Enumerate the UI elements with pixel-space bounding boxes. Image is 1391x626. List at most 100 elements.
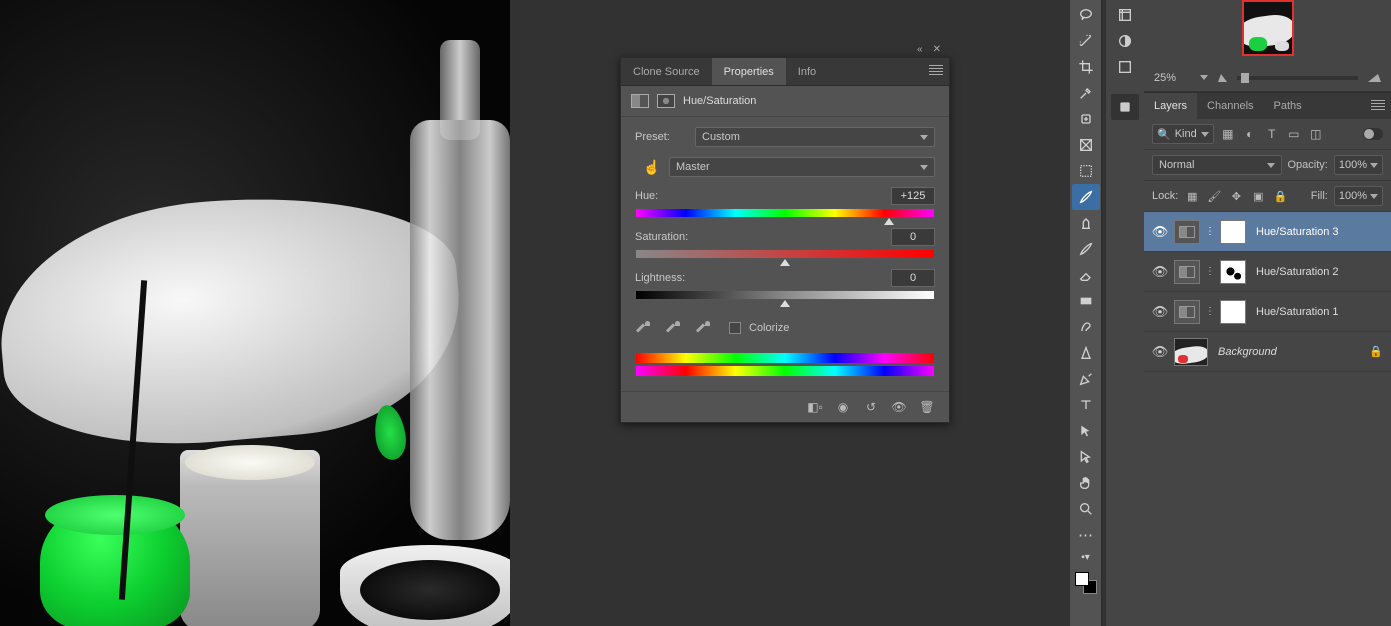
zoom-tool-icon[interactable] xyxy=(1072,496,1100,522)
layer-row[interactable]: 👁 ⋮ Hue/Saturation 2 xyxy=(1144,252,1391,292)
eyedropper-icon[interactable] xyxy=(635,320,651,336)
filter-shape-icon[interactable]: ▭ xyxy=(1286,126,1302,142)
tab-info[interactable]: Info xyxy=(786,58,828,85)
lock-position-icon[interactable]: ✥ xyxy=(1228,189,1244,203)
channel-select[interactable]: Master xyxy=(669,157,935,177)
lock-transparency-icon[interactable]: ▦ xyxy=(1184,189,1200,203)
gradient-tool-icon[interactable] xyxy=(1072,288,1100,314)
eyedropper-tool-icon[interactable] xyxy=(1072,80,1100,106)
lightness-slider-thumb[interactable] xyxy=(780,300,790,307)
filter-toggle[interactable] xyxy=(1363,128,1383,140)
saturation-slider[interactable] xyxy=(635,249,935,259)
layer-mask-thumbnail[interactable] xyxy=(1220,260,1246,284)
foreground-background-colors[interactable] xyxy=(1075,572,1097,594)
lasso-tool-icon[interactable] xyxy=(1072,2,1100,28)
hue-slider-thumb[interactable] xyxy=(884,218,894,225)
zoom-percent[interactable]: 25% xyxy=(1154,72,1190,84)
hue-slider[interactable] xyxy=(635,208,935,218)
tab-layers[interactable]: Layers xyxy=(1144,93,1197,119)
foreground-color-swatch[interactable] xyxy=(1075,572,1089,586)
filter-smartobject-icon[interactable]: ◫ xyxy=(1308,126,1324,142)
adjustment-thumbnail[interactable] xyxy=(1174,220,1200,244)
marquee-dashed-icon[interactable] xyxy=(1072,158,1100,184)
type-tool-icon[interactable] xyxy=(1072,392,1100,418)
reset-icon[interactable]: ↺ xyxy=(863,400,879,414)
navigator-thumbnail[interactable] xyxy=(1242,0,1294,56)
document-canvas[interactable] xyxy=(0,0,510,626)
layer-name[interactable]: Hue/Saturation 1 xyxy=(1256,306,1385,318)
tab-channels[interactable]: Channels xyxy=(1197,93,1263,119)
eraser-tool-icon[interactable] xyxy=(1072,262,1100,288)
tab-clone-source[interactable]: Clone Source xyxy=(621,58,712,85)
more-tools-icon[interactable]: ⋯ xyxy=(1072,522,1100,548)
lock-pixels-icon[interactable]: 🖌 xyxy=(1206,189,1222,203)
panel-collapse-icon[interactable]: « xyxy=(917,44,923,55)
frame-tool-icon[interactable] xyxy=(1072,132,1100,158)
zoom-in-icon[interactable] xyxy=(1368,74,1381,82)
layer-row[interactable]: 👁 ⋮ Hue/Saturation 1 xyxy=(1144,292,1391,332)
history-brush-tool-icon[interactable] xyxy=(1072,236,1100,262)
targeted-adjustment-icon[interactable]: ☝ xyxy=(635,159,669,176)
opacity-input[interactable]: 100% xyxy=(1334,155,1383,175)
layer-name[interactable]: Hue/Saturation 2 xyxy=(1256,266,1385,278)
lock-all-icon[interactable]: 🔒 xyxy=(1272,189,1288,203)
healing-brush-tool-icon[interactable] xyxy=(1072,106,1100,132)
visibility-icon[interactable]: 👁 xyxy=(1150,224,1170,240)
layer-row-background[interactable]: 👁 Background 🔒 xyxy=(1144,332,1391,372)
path-selection-tool-icon[interactable] xyxy=(1072,418,1100,444)
visibility-toggle-icon[interactable]: 👁 xyxy=(891,400,907,414)
eyedropper-add-icon[interactable] xyxy=(665,320,681,336)
tab-paths[interactable]: Paths xyxy=(1264,93,1312,119)
filter-type-icon[interactable]: T xyxy=(1264,126,1280,142)
layer-name[interactable]: Background xyxy=(1218,346,1365,358)
filter-pixel-icon[interactable]: ▦ xyxy=(1220,126,1236,142)
hand-tool-icon[interactable] xyxy=(1072,470,1100,496)
direct-selection-tool-icon[interactable] xyxy=(1072,444,1100,470)
history-panel-icon[interactable] xyxy=(1111,2,1139,28)
styles-panel-icon[interactable] xyxy=(1111,54,1139,80)
lock-artboard-icon[interactable]: ▣ xyxy=(1250,189,1266,203)
pen-tool-icon[interactable] xyxy=(1072,366,1100,392)
view-previous-state-icon[interactable]: ◉ xyxy=(835,400,851,414)
layer-filter-select[interactable]: 🔍Kind xyxy=(1152,124,1214,144)
edit-toolbar-icon[interactable]: ▪▾ xyxy=(1072,548,1100,566)
panel-close-icon[interactable]: ✕ xyxy=(933,44,941,55)
layer-row[interactable]: 👁 ⋮ Hue/Saturation 3 xyxy=(1144,212,1391,252)
hue-value-input[interactable]: +125 xyxy=(891,187,935,205)
zoom-slider[interactable] xyxy=(1237,76,1358,80)
fill-input[interactable]: 100% xyxy=(1334,186,1383,206)
delete-adjustment-icon[interactable]: 🗑 xyxy=(919,400,935,414)
properties-panel-icon[interactable] xyxy=(1111,94,1139,120)
lightness-value-input[interactable]: 0 xyxy=(891,269,935,287)
tab-properties[interactable]: Properties xyxy=(712,58,786,85)
visibility-icon[interactable]: 👁 xyxy=(1150,304,1170,320)
layer-mask-thumbnail[interactable] xyxy=(1220,300,1246,324)
zoom-slider-thumb[interactable] xyxy=(1241,73,1249,83)
filter-adjustment-icon[interactable]: ◐ xyxy=(1242,126,1258,142)
crop-tool-icon[interactable] xyxy=(1072,54,1100,80)
clip-to-layer-icon[interactable]: ◧▫ xyxy=(807,400,823,414)
adjustment-thumbnail[interactable] xyxy=(1174,260,1200,284)
visibility-icon[interactable]: 👁 xyxy=(1150,344,1170,360)
brush-tool-icon[interactable] xyxy=(1072,184,1100,210)
clone-stamp-tool-icon[interactable] xyxy=(1072,210,1100,236)
layer-mask-thumbnail[interactable] xyxy=(1220,220,1246,244)
lightness-slider[interactable] xyxy=(635,290,935,300)
magic-wand-tool-icon[interactable] xyxy=(1072,28,1100,54)
chevron-down-icon[interactable] xyxy=(1200,75,1208,80)
smudge-tool-icon[interactable] xyxy=(1072,314,1100,340)
panel-menu-icon[interactable] xyxy=(1371,100,1385,112)
saturation-slider-thumb[interactable] xyxy=(780,259,790,266)
dodge-tool-icon[interactable] xyxy=(1072,340,1100,366)
saturation-value-input[interactable]: 0 xyxy=(891,228,935,246)
panel-menu-icon[interactable] xyxy=(929,65,943,77)
layer-thumbnail[interactable] xyxy=(1174,338,1208,366)
colorize-checkbox[interactable]: Colorize xyxy=(729,322,789,334)
adjustments-panel-icon[interactable] xyxy=(1111,28,1139,54)
eyedropper-subtract-icon[interactable] xyxy=(695,320,711,336)
preset-select[interactable]: Custom xyxy=(695,127,935,147)
visibility-icon[interactable]: 👁 xyxy=(1150,264,1170,280)
blend-mode-select[interactable]: Normal xyxy=(1152,155,1282,175)
adjustment-thumbnail[interactable] xyxy=(1174,300,1200,324)
zoom-out-icon[interactable] xyxy=(1218,74,1227,82)
